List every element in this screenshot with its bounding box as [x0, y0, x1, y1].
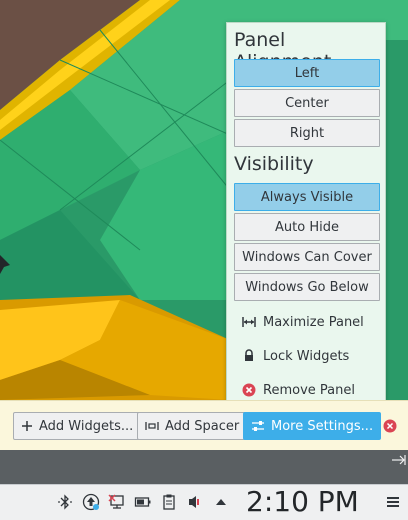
maximize-icon [241, 314, 257, 330]
remove-icon [241, 382, 257, 398]
maximize-panel-label: Maximize Panel [263, 314, 364, 330]
battery-icon[interactable] [134, 493, 152, 511]
auto-hide-button[interactable]: Auto Hide [234, 213, 380, 241]
add-widgets-label: Add Widgets... [39, 418, 134, 434]
panel-controller-toolbar: Add Widgets... Add Spacer More Settings.… [0, 400, 408, 451]
remove-panel-label: Remove Panel [263, 382, 355, 398]
clipboard-icon[interactable] [160, 493, 178, 511]
close-icon[interactable] [383, 419, 397, 433]
panel-settings-popup: Panel Alignment Left Center Right Visibi… [226, 22, 386, 410]
bluetooth-icon[interactable] [56, 493, 74, 511]
expand-tray-icon[interactable] [212, 493, 230, 511]
more-settings-button[interactable]: More Settings... [243, 412, 382, 440]
add-widgets-button[interactable]: Add Widgets... [13, 412, 142, 440]
volume-muted-icon[interactable] [186, 493, 204, 511]
align-left-button[interactable]: Left [234, 59, 380, 87]
remove-panel-button[interactable]: Remove Panel [241, 379, 355, 401]
settings-sliders-icon [251, 420, 265, 432]
spacer-icon [145, 421, 159, 431]
updates-icon[interactable] [82, 493, 100, 511]
hamburger-menu-icon[interactable] [384, 493, 402, 511]
clock[interactable]: 2:10 PM [246, 485, 359, 518]
align-center-button[interactable]: Center [234, 89, 380, 117]
add-spacer-label: Add Spacer [165, 418, 240, 434]
more-settings-label: More Settings... [271, 418, 374, 434]
windows-go-below-button[interactable]: Windows Go Below [234, 273, 380, 301]
arrow-right-icon[interactable] [392, 454, 406, 469]
lock-widgets-label: Lock Widgets [263, 348, 350, 364]
taskbar-panel: 2:10 PM [0, 484, 408, 520]
always-visible-button[interactable]: Always Visible [234, 183, 380, 211]
panel-ruler[interactable] [0, 450, 408, 484]
lock-widgets-button[interactable]: Lock Widgets [241, 345, 349, 367]
align-right-button[interactable]: Right [234, 119, 380, 147]
add-spacer-button[interactable]: Add Spacer [137, 412, 248, 440]
lock-icon [241, 348, 257, 364]
visibility-title: Visibility [234, 153, 314, 175]
maximize-panel-button[interactable]: Maximize Panel [241, 311, 364, 333]
windows-can-cover-button[interactable]: Windows Can Cover [234, 243, 380, 271]
plus-icon [21, 420, 33, 432]
network-icon[interactable] [108, 493, 126, 511]
